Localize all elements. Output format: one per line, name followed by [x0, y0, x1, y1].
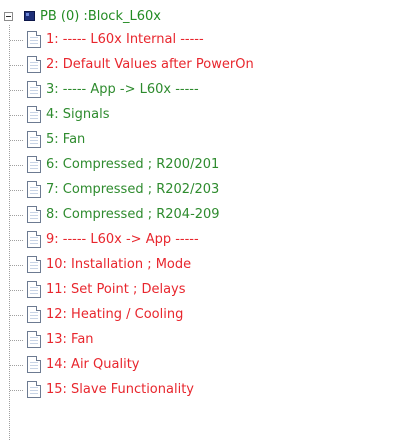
document-icon — [27, 106, 41, 123]
tree-connector-line — [9, 25, 10, 440]
collapse-icon[interactable] — [4, 12, 13, 21]
document-icon — [27, 181, 41, 198]
tree-item-label[interactable]: 12: Heating / Cooling — [46, 307, 183, 322]
tree-item-label[interactable]: 5: Fan — [46, 132, 85, 147]
tree-item-label[interactable]: 14: Air Quality — [46, 357, 140, 372]
document-icon — [27, 306, 41, 323]
document-icon — [27, 56, 41, 73]
document-icon — [27, 356, 41, 373]
tree-item-label[interactable]: 8: Compressed ; R204-209 — [46, 207, 220, 222]
tree-item-label[interactable]: 13: Fan — [46, 332, 94, 347]
tree-item-label[interactable]: 7: Compressed ; R202/203 — [46, 182, 219, 197]
document-icon — [27, 281, 41, 298]
document-icon — [27, 256, 41, 273]
document-icon — [27, 31, 41, 48]
tree-root-label[interactable]: PB (0) :Block_L60x — [40, 9, 161, 24]
document-icon — [27, 381, 41, 398]
document-icon — [27, 81, 41, 98]
document-icon — [27, 206, 41, 223]
tree-item-label[interactable]: 11: Set Point ; Delays — [46, 282, 186, 297]
tree-item-label[interactable]: 1: ----- L60x Internal ----- — [46, 32, 204, 47]
document-icon — [27, 131, 41, 148]
tree-item-label[interactable]: 3: ----- App -> L60x ----- — [46, 82, 199, 97]
block-icon — [24, 11, 35, 21]
tree-item-label[interactable]: 2: Default Values after PowerOn — [46, 57, 254, 72]
tree-item-label[interactable]: 10: Installation ; Mode — [46, 257, 191, 272]
document-icon — [27, 331, 41, 348]
tree-item-label[interactable]: 15: Slave Functionality — [46, 382, 194, 397]
document-icon — [27, 231, 41, 248]
tree-item-label[interactable]: 6: Compressed ; R200/201 — [46, 157, 219, 172]
tree-item-label[interactable]: 9: ----- L60x -> App ----- — [46, 232, 199, 247]
document-icon — [27, 156, 41, 173]
tree-item-label[interactable]: 4: Signals — [46, 107, 110, 122]
